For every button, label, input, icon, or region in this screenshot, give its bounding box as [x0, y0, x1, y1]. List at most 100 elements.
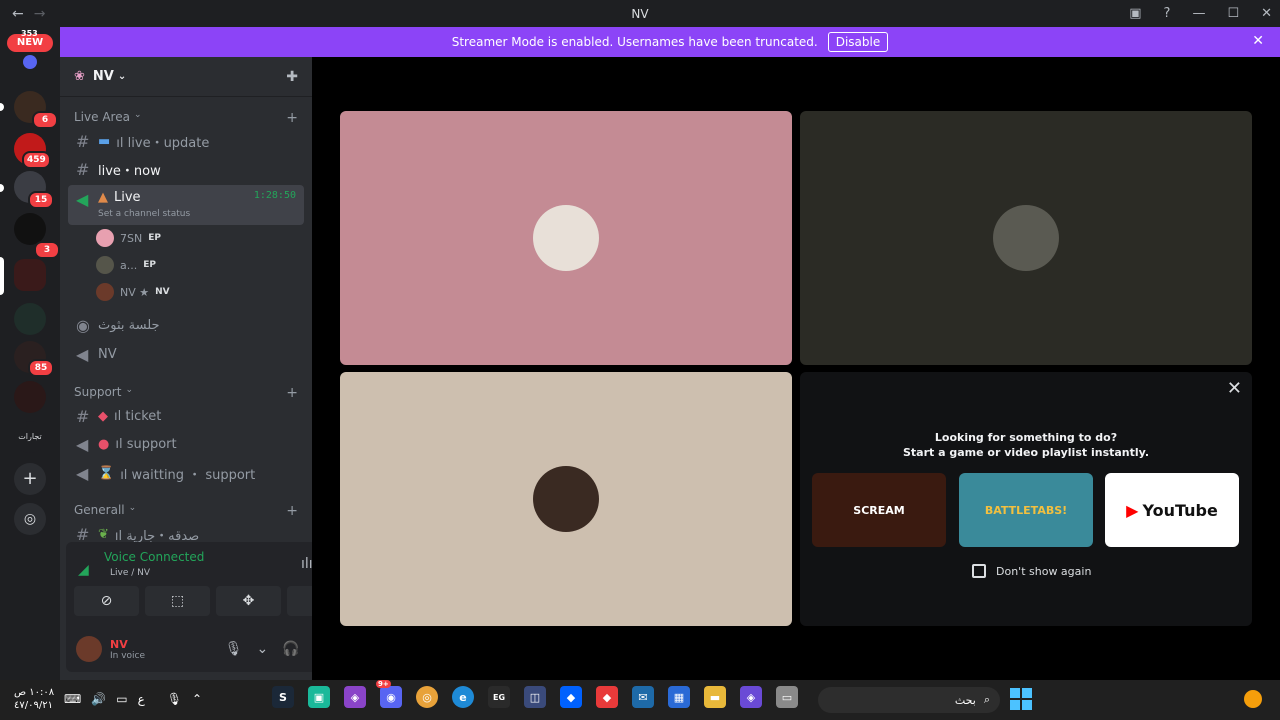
server-icon-7[interactable]: [14, 381, 46, 413]
activity-card-youtube[interactable]: ▶ YouTube: [1105, 473, 1239, 547]
server-header[interactable]: ❀ NV ⌄ ✚: [60, 57, 312, 97]
channel-ticket[interactable]: # ◆ ıl ticket: [68, 403, 304, 429]
invite-icon[interactable]: ✚: [286, 69, 298, 85]
taskbar-search[interactable]: بحث ⌕: [818, 687, 1000, 713]
voice-location[interactable]: Live / NV: [110, 568, 150, 578]
channel-status[interactable]: Set a channel status: [98, 209, 190, 219]
add-channel-icon[interactable]: +: [286, 110, 298, 126]
speaker-icon: ◀: [76, 190, 89, 209]
voice-user[interactable]: 7SN EP: [96, 227, 161, 249]
new-badge[interactable]: 353 NEW: [7, 29, 53, 52]
screen-share-button[interactable]: ⬚: [145, 586, 210, 616]
chevron-down-icon[interactable]: ⌄: [257, 641, 269, 657]
maximize-icon[interactable]: ☐: [1227, 6, 1239, 21]
participant-tile[interactable]: [800, 111, 1252, 365]
edge-icon[interactable]: e: [452, 686, 474, 708]
mic-tray-icon[interactable]: 🎙: [167, 692, 182, 706]
unread-pill: [0, 103, 4, 111]
store-icon[interactable]: ▦: [668, 686, 690, 708]
app-icon[interactable]: ◫: [524, 686, 546, 708]
activity-prompt: Looking for something to do? Start a gam…: [800, 430, 1252, 460]
stage-icon: ◉: [76, 315, 90, 335]
chevron-up-icon[interactable]: ⌃: [192, 692, 202, 706]
camera-off-button[interactable]: ⊘: [74, 586, 139, 616]
checkbox[interactable]: [972, 564, 986, 578]
add-channel-icon[interactable]: +: [286, 503, 298, 519]
stage-channel-arabic[interactable]: ◉ جلسة بثوث: [68, 312, 304, 338]
app-icon[interactable]: ▭: [776, 686, 798, 708]
folder-icon[interactable]: [23, 55, 37, 69]
activities-button[interactable]: ✥: [216, 586, 281, 616]
user-name[interactable]: NV: [110, 638, 145, 651]
network-icon[interactable]: ⌨: [64, 692, 81, 706]
youtube-label: YouTube: [1142, 500, 1218, 520]
signal-icon[interactable]: ◢: [78, 562, 89, 578]
notification-icon[interactable]: [1244, 690, 1262, 708]
server-badge: 15: [28, 191, 54, 209]
hash-icon: #: [76, 131, 90, 151]
voice-user-name: a...: [120, 258, 138, 272]
add-server-icon[interactable]: +: [14, 463, 46, 495]
channel-label: Live: [114, 190, 141, 205]
app-icon[interactable]: ▣: [308, 686, 330, 708]
minimize-icon[interactable]: —: [1192, 6, 1205, 21]
copilot-icon[interactable]: ◈: [740, 686, 762, 708]
channel-live-update[interactable]: # ▬ ıl live・update: [68, 128, 304, 154]
category-support[interactable]: Support ⌄ +: [74, 385, 298, 401]
server-rail: 353 NEW 6 459 15 3 85 تجارات + ◎: [0, 27, 60, 680]
voice-user[interactable]: NV ★ NV: [96, 281, 170, 303]
close-icon[interactable]: ✕: [1227, 378, 1242, 399]
explore-icon[interactable]: ◎: [14, 503, 46, 535]
voice-channel-nv[interactable]: ◀ NV: [68, 341, 304, 367]
participant-tile[interactable]: [340, 111, 792, 365]
dont-show-again[interactable]: Don't show again: [972, 564, 1091, 578]
windows-start-icon[interactable]: [1010, 688, 1032, 710]
dot-icon: ●: [98, 436, 110, 452]
microphone-icon[interactable]: 🎙: [225, 641, 243, 657]
banner-close-icon[interactable]: ✕: [1252, 33, 1264, 49]
dropbox-icon[interactable]: ◆: [560, 686, 582, 708]
add-channel-icon[interactable]: +: [286, 385, 298, 401]
language-indicator[interactable]: ع: [138, 692, 145, 706]
volume-icon[interactable]: 🔊: [91, 692, 106, 706]
forward-icon[interactable]: →: [34, 6, 46, 22]
app-icon[interactable]: ◆: [596, 686, 618, 708]
category-live-area[interactable]: Live Area ⌄ +: [74, 110, 298, 126]
help-icon[interactable]: ?: [1164, 6, 1171, 21]
epic-games-icon[interactable]: EG: [488, 686, 510, 708]
clock[interactable]: ١٠:٠٨ ص ٤٧/٠٩/٢١: [14, 686, 54, 712]
inbox-icon[interactable]: ▣: [1129, 6, 1141, 21]
channel-live-now[interactable]: # live・now: [68, 156, 304, 182]
avatar[interactable]: [76, 636, 102, 662]
voice-connected-label[interactable]: Voice Connected: [104, 550, 204, 564]
headphones-icon[interactable]: 🎧: [282, 641, 299, 657]
server-icon-5[interactable]: [14, 303, 46, 335]
server-icon-nv[interactable]: [14, 259, 46, 291]
voice-channel-support[interactable]: ◀ ● ıl support: [68, 431, 304, 457]
voice-user[interactable]: a... EP: [96, 254, 156, 276]
ticket-icon: ◆: [98, 408, 108, 424]
disable-button[interactable]: Disable: [827, 32, 889, 52]
app-icon[interactable]: ◈: [344, 686, 366, 708]
display-icon[interactable]: ▭: [116, 692, 127, 706]
back-icon[interactable]: ←: [12, 6, 24, 22]
server-icon-8[interactable]: تجارات: [14, 421, 46, 453]
chrome-icon[interactable]: ◎: [416, 686, 438, 708]
activity-card-scream[interactable]: SCREAM: [812, 473, 946, 547]
activity-card-battletabs[interactable]: BATTLETABS!: [959, 473, 1093, 547]
taskbar: ١٠:٠٨ ص ٤٧/٠٩/٢١ ⌨ 🔊 ▭ ع 🎙 ⌃ S ▣ ◈ ◉ 9+ ◎…: [0, 680, 1280, 720]
hash-icon: #: [76, 159, 90, 179]
voice-channel-live[interactable]: ◀ ▲ Live 1:28:50 Set a channel status: [68, 185, 304, 225]
participant-tile[interactable]: [340, 372, 792, 626]
voice-channel-waitting[interactable]: ◀ ⌛ ıl waitting ・ support: [68, 460, 304, 486]
mail-icon[interactable]: ✉: [632, 686, 654, 708]
close-icon[interactable]: ✕: [1261, 6, 1272, 21]
file-explorer-icon[interactable]: ▬: [704, 686, 726, 708]
unread-pill: [0, 184, 4, 192]
steam-icon[interactable]: S: [272, 686, 294, 708]
category-generall[interactable]: Generall ⌄ +: [74, 503, 298, 519]
banner-message: Streamer Mode is enabled. Usernames have…: [451, 35, 818, 49]
user-tag: EP: [148, 233, 161, 243]
category-label: Support: [74, 385, 122, 399]
discord-icon[interactable]: ◉ 9+: [376, 680, 402, 708]
